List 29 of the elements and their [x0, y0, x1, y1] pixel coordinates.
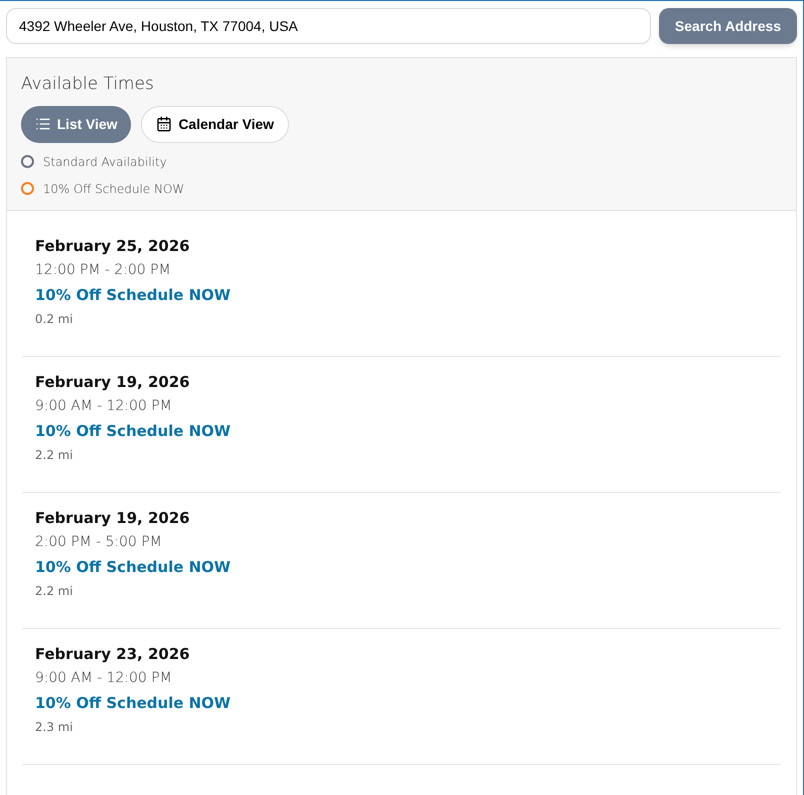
- legend-label: 10% Off Schedule NOW: [43, 180, 184, 198]
- slot-date: February 19, 2026: [35, 508, 191, 528]
- time-slot[interactable]: February 25, 2026 12:00 PM - 2:00 PM 10% Off Schedule NOW 0.2 mi: [22, 220, 781, 356]
- slot-time: 9:00 AM - 12:00 PM: [35, 668, 173, 688]
- time-slot[interactable]: February 19, 2026 2:00 PM - 5:00 PM 10% Off Schedule NOW 2.2 mi: [22, 492, 781, 628]
- slot-distance: 0.2 mi: [35, 310, 74, 328]
- search-address-button[interactable]: Search Address: [658, 8, 797, 44]
- slot-distance: 2.3 mi: [35, 718, 74, 736]
- legend-label: Standard Availability: [43, 154, 167, 170]
- panel-title: Available Times: [21, 73, 155, 96]
- calendar-icon: [156, 116, 172, 132]
- slot-date: February 23, 2026: [35, 644, 191, 664]
- slot-distance: 2.2 mi: [35, 446, 74, 464]
- view-tab[interactable]: List View: [21, 106, 132, 142]
- slot-date: February 25, 2026: [35, 236, 191, 256]
- slot-offer: 10% Off Schedule NOW: [35, 284, 232, 306]
- time-slot[interactable]: February 19, 2026 9:00 AM - 12:00 PM 10% Off Schedule NOW 2.2 mi: [22, 356, 781, 492]
- slot-time: 2:00 PM - 5:00 PM: [35, 532, 163, 552]
- slot-time: 12:00 PM - 2:00 PM: [35, 260, 172, 280]
- slot-date: February 19, 2026: [35, 372, 191, 392]
- slot-distance: 2.2 mi: [35, 582, 74, 600]
- slot-offer: 10% Off Schedule NOW: [35, 556, 232, 578]
- list-icon: [35, 116, 51, 132]
- slot-offer: 10% Off Schedule NOW: [35, 692, 232, 714]
- view-tab[interactable]: Calendar View: [141, 106, 289, 142]
- slot-time: 9:00 AM - 12:00 PM: [35, 396, 173, 416]
- address-field[interactable]: 4392 Wheeler Ave, Houston, TX 77004, USA: [6, 8, 651, 44]
- slot-offer: 10% Off Schedule NOW: [35, 420, 232, 442]
- time-slot[interactable]: February 23, 2026 9:00 AM - 12:00 PM 10% Off Schedule NOW 2.3 mi: [22, 628, 781, 764]
